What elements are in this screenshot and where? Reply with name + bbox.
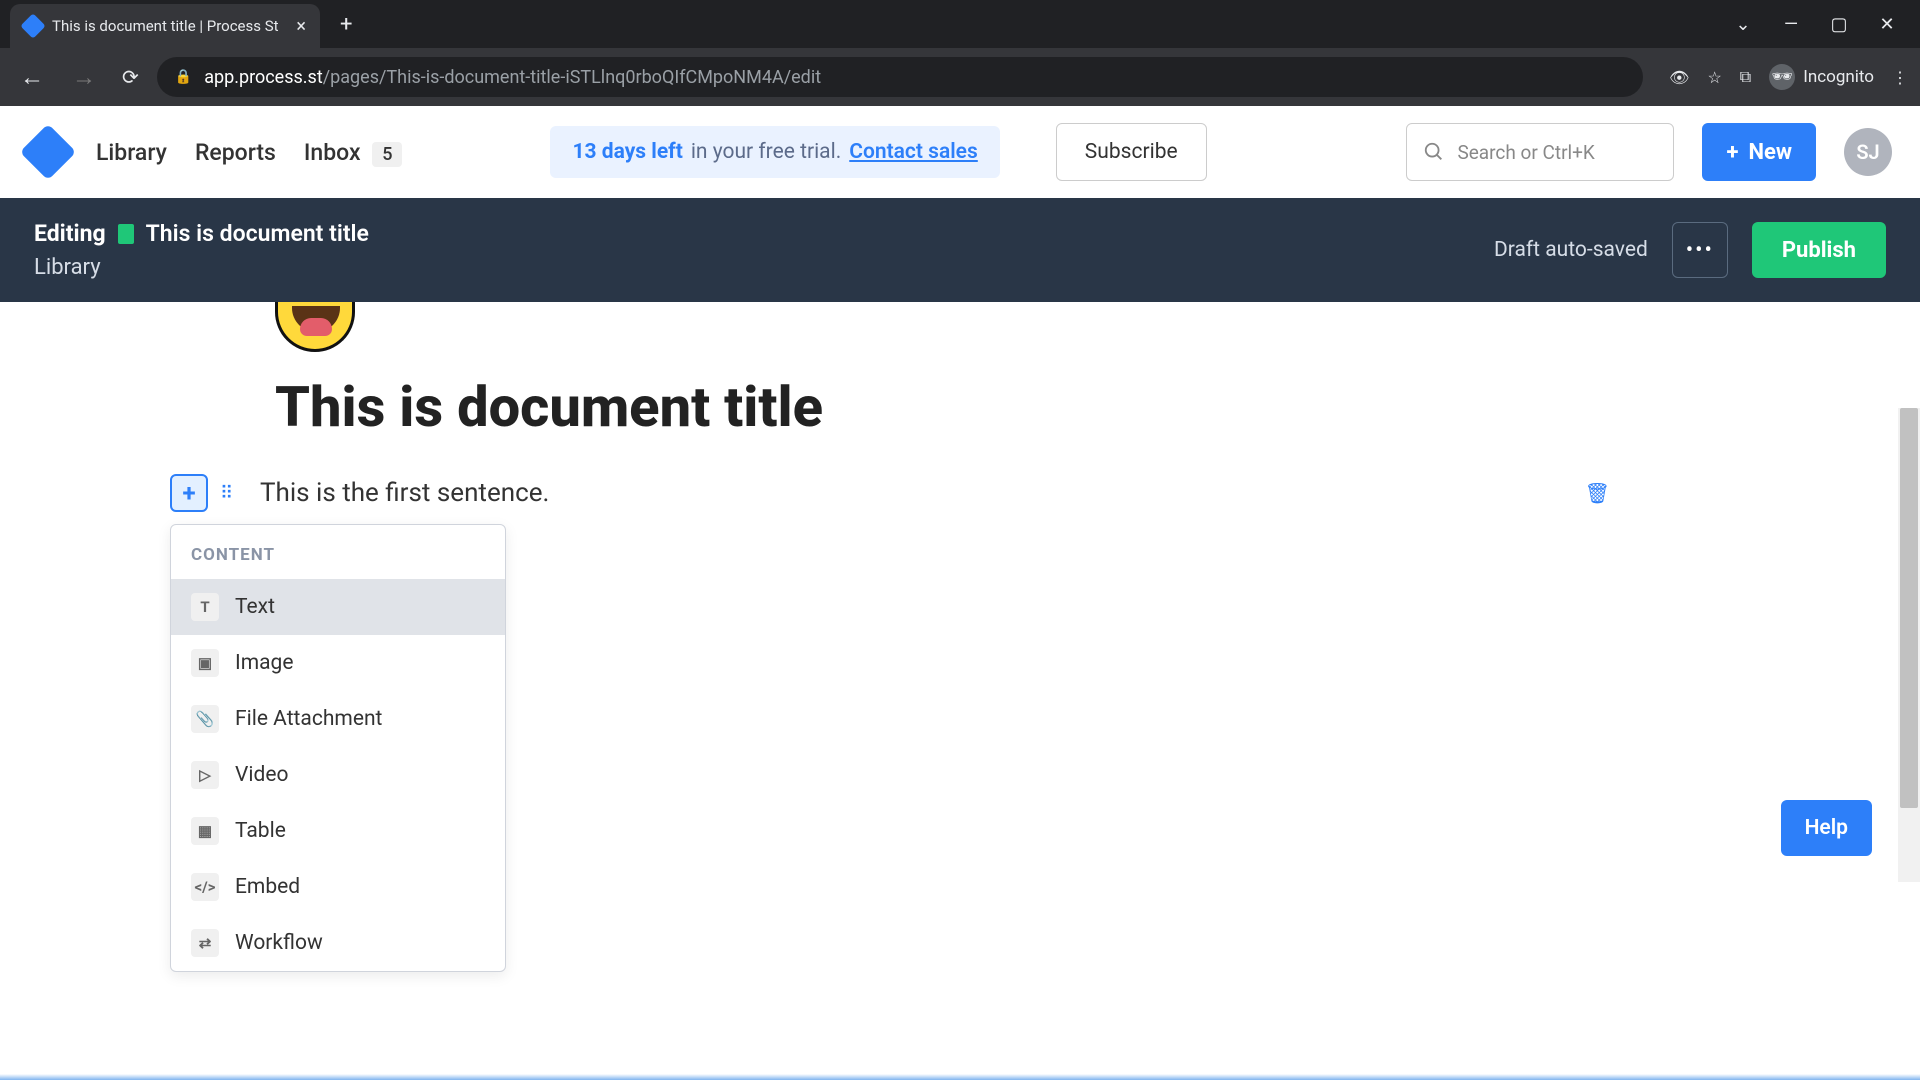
browser-tab-strip: This is document title | Process St × + …: [0, 0, 1920, 48]
tab-favicon: [20, 13, 45, 38]
url-domain: app.process.st: [204, 67, 323, 88]
content-menu-item-label: Embed: [235, 875, 300, 899]
eye-off-icon[interactable]: 👁: [1669, 68, 1689, 87]
embed-icon: </>: [191, 873, 219, 901]
content-menu-item-label: Image: [235, 651, 293, 675]
app-logo[interactable]: [20, 124, 77, 181]
nav-inbox[interactable]: Inbox 5: [304, 139, 403, 166]
content-menu-item-image[interactable]: ▣ Image: [171, 635, 505, 691]
help-button[interactable]: Help: [1781, 800, 1872, 856]
plus-icon: +: [1726, 140, 1738, 165]
tabs-dropdown-icon[interactable]: ⌄: [1734, 14, 1752, 35]
lock-icon: 🔒: [175, 69, 192, 85]
nav-forward-icon[interactable]: →: [64, 63, 104, 92]
nav-inbox-label: Inbox: [304, 139, 361, 166]
more-actions-button[interactable]: •••: [1672, 222, 1728, 278]
browser-tab[interactable]: This is document title | Process St ×: [10, 4, 320, 48]
subscribe-button[interactable]: Subscribe: [1056, 123, 1207, 181]
video-icon: ▷: [191, 761, 219, 789]
scrollbar-thumb[interactable]: [1900, 408, 1918, 808]
content-menu-item-embed[interactable]: </> Embed: [171, 859, 505, 915]
contact-sales-link[interactable]: Contact sales: [849, 140, 978, 164]
tab-close-icon[interactable]: ×: [296, 16, 306, 37]
publish-button[interactable]: Publish: [1752, 222, 1886, 278]
app-header: Library Reports Inbox 5 13 days left in …: [0, 106, 1920, 198]
nav-reports[interactable]: Reports: [195, 139, 276, 166]
new-button-label: New: [1748, 140, 1792, 165]
document-file-icon: [118, 224, 134, 244]
page-emoji-icon[interactable]: [275, 302, 355, 352]
inbox-count-badge: 5: [372, 142, 402, 167]
trial-banner: 13 days left in your free trial. Contact…: [550, 126, 999, 178]
content-menu-item-label: Text: [235, 595, 275, 619]
search-icon: [1423, 141, 1445, 163]
attachment-icon: 📎: [191, 705, 219, 733]
incognito-badge: 🕶 Incognito: [1769, 64, 1874, 90]
search-placeholder: Search or Ctrl+K: [1457, 141, 1594, 164]
window-maximize-icon[interactable]: ▢: [1830, 14, 1848, 35]
search-input[interactable]: Search or Ctrl+K: [1406, 123, 1674, 181]
content-menu-item-file[interactable]: 📎 File Attachment: [171, 691, 505, 747]
add-block-button[interactable]: +: [170, 474, 208, 512]
nav-library[interactable]: Library: [96, 139, 167, 166]
trial-text: in your free trial.: [691, 140, 841, 164]
browser-toolbar: ← → ⟳ 🔒 app.process.st/pages/This-is-doc…: [0, 48, 1920, 106]
reload-icon[interactable]: ⟳: [116, 65, 145, 89]
url-text: app.process.st/pages/This-is-document-ti…: [204, 67, 821, 88]
incognito-label: Incognito: [1803, 67, 1874, 87]
new-tab-button[interactable]: +: [340, 12, 352, 37]
block-text[interactable]: This is the first sentence.: [260, 478, 549, 508]
content-menu-item-label: Table: [235, 819, 286, 843]
window-controls: ⌄ ― ▢ ✕: [1734, 14, 1920, 35]
taskbar-edge: [0, 1074, 1920, 1080]
content-menu-item-workflow[interactable]: ⇄ Workflow: [171, 915, 505, 971]
content-menu-item-label: Video: [235, 763, 288, 787]
drag-handle-icon[interactable]: ⠿: [220, 483, 238, 504]
url-bar[interactable]: 🔒 app.process.st/pages/This-is-document-…: [157, 57, 1643, 97]
browser-menu-icon[interactable]: ⋮: [1892, 68, 1908, 87]
content-menu-item-table[interactable]: ▦ Table: [171, 803, 505, 859]
editing-doc-title: This is document title: [146, 220, 369, 247]
workflow-icon: ⇄: [191, 929, 219, 957]
content-menu-item-text[interactable]: T Text: [171, 579, 505, 635]
user-avatar[interactable]: SJ: [1844, 128, 1892, 176]
breadcrumb[interactable]: Library: [34, 255, 369, 280]
content-menu-item-video[interactable]: ▷ Video: [171, 747, 505, 803]
bookmark-star-icon[interactable]: ☆: [1707, 68, 1721, 87]
vertical-scrollbar[interactable]: [1898, 408, 1920, 882]
editing-mode-label: Editing: [34, 220, 106, 247]
new-button[interactable]: + New: [1702, 123, 1816, 181]
url-path: /pages/This-is-document-title-iSTLlnq0rb…: [323, 67, 821, 88]
page-title[interactable]: This is document title: [275, 374, 823, 440]
tab-title: This is document title | Process St: [52, 17, 286, 35]
incognito-icon: 🕶: [1769, 64, 1795, 90]
nav-back-icon[interactable]: ←: [12, 63, 52, 92]
delete-block-icon[interactable]: 🗑: [1585, 481, 1610, 505]
content-menu-item-label: File Attachment: [235, 707, 382, 731]
autosave-status: Draft auto-saved: [1494, 238, 1648, 262]
content-block-row: + ⠿ This is the first sentence. 🗑: [170, 474, 1610, 512]
content-menu-item-label: Workflow: [235, 931, 323, 955]
window-close-icon[interactable]: ✕: [1878, 14, 1896, 35]
editing-bar: Editing This is document title Library D…: [0, 198, 1920, 302]
image-icon: ▣: [191, 649, 219, 677]
window-minimize-icon[interactable]: ―: [1782, 14, 1800, 35]
table-icon: ▦: [191, 817, 219, 845]
content-type-menu: CONTENT T Text ▣ Image 📎 File Attachment…: [170, 524, 506, 972]
text-icon: T: [191, 593, 219, 621]
content-menu-header: CONTENT: [171, 525, 505, 579]
extensions-icon[interactable]: ⧉: [1740, 67, 1751, 87]
trial-days-left: 13 days left: [572, 140, 682, 164]
editor-canvas: This is document title + ⠿ This is the f…: [0, 302, 1920, 882]
